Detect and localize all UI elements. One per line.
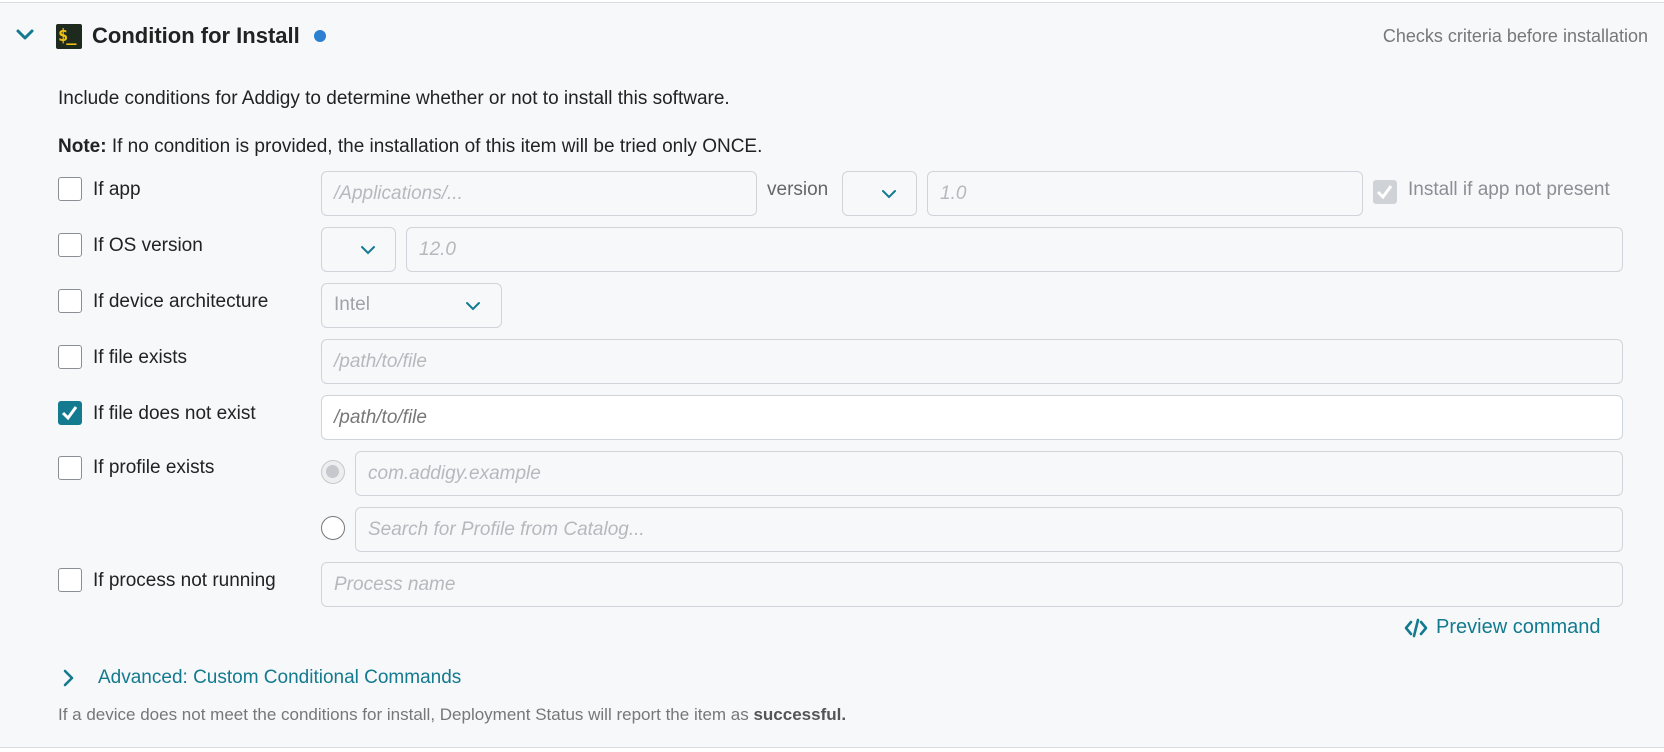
footer-emphasis: successful. <box>753 705 847 724</box>
install-if-app-not-present-checkbox[interactable] <box>1373 180 1397 204</box>
if-os-version-label: If OS version <box>93 235 203 256</box>
status-dot <box>314 30 326 42</box>
advanced-custom-commands-link[interactable]: Advanced: Custom Conditional Commands <box>98 667 461 689</box>
if-device-architecture-checkbox[interactable] <box>58 289 82 313</box>
profile-catalog-search-input[interactable]: Search for Profile from Catalog... <box>355 507 1623 552</box>
if-profile-exists-label: If profile exists <box>93 457 215 478</box>
chevron-down-icon <box>466 302 480 311</box>
if-app-label: If app <box>93 179 141 200</box>
note-text: Note: If no condition is provided, the i… <box>58 136 762 158</box>
app-version-input[interactable]: 1.0 <box>927 171 1363 216</box>
advanced-expand-chevron-icon[interactable] <box>58 667 78 689</box>
note-body: If no condition is provided, the install… <box>106 136 763 157</box>
if-file-not-exist-checkbox[interactable] <box>58 401 82 425</box>
collapse-chevron-icon[interactable] <box>14 25 36 45</box>
chevron-down-icon <box>361 246 375 255</box>
if-file-exists-checkbox[interactable] <box>58 345 82 369</box>
terminal-icon: $_ <box>56 24 82 49</box>
description-text: Include conditions for Addigy to determi… <box>58 88 730 109</box>
condition-for-install-panel: $_ Condition for Install Checks criteria… <box>0 2 1664 748</box>
os-version-input[interactable]: 12.0 <box>406 227 1623 272</box>
file-not-exist-path-input[interactable]: /path/to/file <box>321 395 1623 440</box>
if-app-checkbox[interactable] <box>58 177 82 201</box>
profile-identifier-input[interactable]: com.addigy.example <box>355 451 1623 496</box>
if-file-not-exist-label: If file does not exist <box>93 403 256 424</box>
if-os-version-checkbox[interactable] <box>58 233 82 257</box>
profile-identifier-radio[interactable] <box>321 460 345 484</box>
os-version-operator-select[interactable] <box>321 227 396 272</box>
device-architecture-value: Intel <box>334 294 370 315</box>
if-device-architecture-label: If device architecture <box>93 291 269 312</box>
app-version-operator-select[interactable] <box>842 171 917 216</box>
version-label: version <box>767 179 829 200</box>
section-subtitle: Checks criteria before installation <box>1382 26 1648 46</box>
install-if-app-not-present-label: Install if app not present <box>1408 179 1610 200</box>
if-profile-exists-checkbox[interactable] <box>58 456 82 480</box>
preview-command-link[interactable]: Preview command <box>1404 616 1601 639</box>
section-title: Condition for Install <box>92 23 300 48</box>
footer-note: If a device does not meet the conditions… <box>58 705 846 725</box>
app-path-input[interactable]: /Applications/... <box>321 171 757 216</box>
if-file-exists-label: If file exists <box>93 347 187 368</box>
file-exists-path-input[interactable]: /path/to/file <box>321 339 1623 384</box>
chevron-down-icon <box>882 190 896 199</box>
if-process-not-running-label: If process not running <box>93 570 276 591</box>
note-prefix: Note: <box>58 136 107 157</box>
profile-catalog-radio[interactable] <box>321 516 345 540</box>
footer-text: If a device does not meet the conditions… <box>58 705 754 724</box>
code-icon <box>1404 618 1428 637</box>
if-process-not-running-checkbox[interactable] <box>58 568 82 592</box>
device-architecture-select[interactable]: Intel <box>321 283 502 328</box>
process-name-input[interactable]: Process name <box>321 562 1623 607</box>
preview-command-label: Preview command <box>1436 616 1601 638</box>
